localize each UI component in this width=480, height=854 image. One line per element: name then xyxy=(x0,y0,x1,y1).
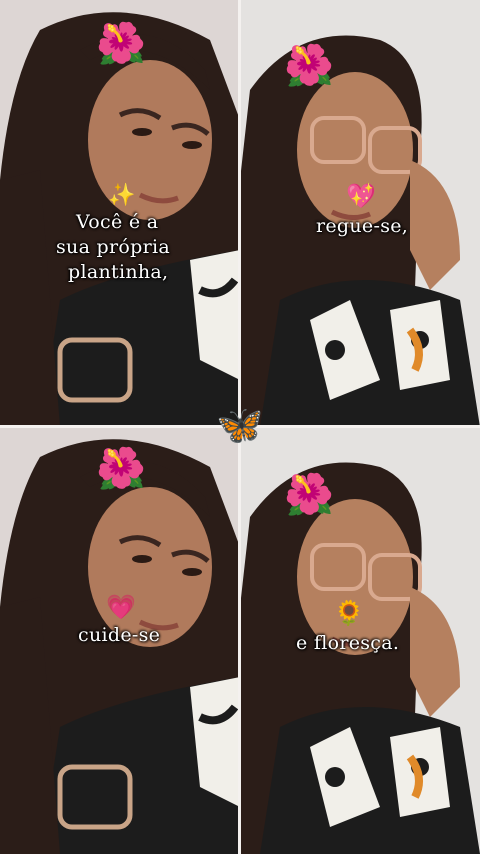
caption-line-1: cuide-se xyxy=(78,624,161,646)
hibiscus-icon: 🌺 xyxy=(96,21,146,67)
photo-panel-3: 🌺 💗 cuide-se xyxy=(0,427,240,854)
pink-flower-icon: 🌺 xyxy=(284,472,334,518)
caption-line-3: plantinha, xyxy=(68,261,169,283)
sunflower-icon: 🌻 xyxy=(334,599,364,627)
photo-panel-4: 🌺 🌻 e floresça. xyxy=(240,427,480,854)
pink-flower-icon: 🌺 xyxy=(284,43,334,89)
hibiscus-icon: 🌺 xyxy=(96,446,146,492)
sparkles-icon: ✨ xyxy=(108,183,136,208)
caption-line-2: sua própria xyxy=(56,236,170,258)
photo-panel-2: 🌺 💖 regue-se, xyxy=(240,0,480,427)
butterfly-icon: 🦋 xyxy=(216,403,264,447)
caption-line-1: Você é a xyxy=(76,211,159,233)
pink-heart-icon: 💗 xyxy=(106,593,136,621)
caption-line-1: e floresça. xyxy=(296,632,400,654)
sparkling-heart-icon: 💖 xyxy=(346,182,376,210)
caption-line-1: regue-se, xyxy=(316,215,409,237)
photo-panel-1: 🌺 ✨ Você é a sua própria plantinha, xyxy=(0,0,240,427)
photo-collage: 🌺 ✨ Você é a sua própria plantinha, 🌺 💖 … xyxy=(0,0,480,854)
